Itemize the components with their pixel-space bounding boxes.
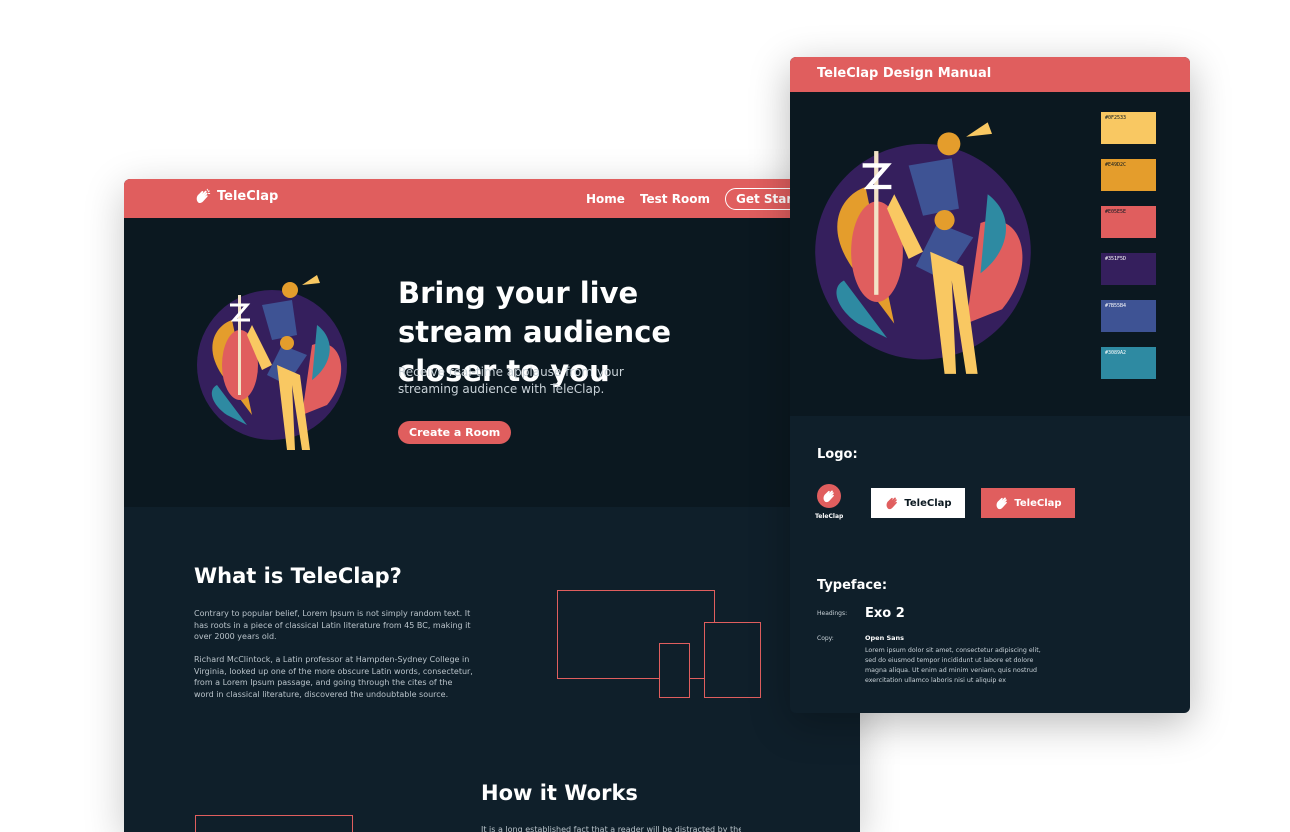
design-manual-header: TeleClap Design Manual bbox=[790, 57, 1190, 92]
copy-font-name: Open Sans bbox=[865, 634, 905, 642]
design-manual-title: TeleClap Design Manual bbox=[817, 66, 992, 81]
logo-on-light: TeleClap bbox=[871, 488, 965, 518]
logo-on-red: TeleClap bbox=[981, 488, 1075, 518]
clap-icon bbox=[996, 497, 1008, 510]
tablet-frame-outline bbox=[704, 622, 761, 698]
nav-test-room-link[interactable]: Test Room bbox=[640, 188, 710, 210]
color-swatch: #0F2533 bbox=[1101, 112, 1156, 144]
logo-on-red-text: TeleClap bbox=[1014, 497, 1062, 509]
color-swatch: #351F5D bbox=[1101, 253, 1156, 285]
color-swatch: #3089A2 bbox=[1101, 347, 1156, 379]
nav-home-link[interactable]: Home bbox=[586, 188, 625, 210]
about-paragraph-2: Richard McClintock, a Latin professor at… bbox=[194, 655, 473, 699]
brand-logo[interactable]: TeleClap bbox=[194, 188, 278, 205]
about-paragraph-1: Contrary to popular belief, Lorem Ipsum … bbox=[194, 609, 471, 641]
how-it-works-title: How it Works bbox=[481, 781, 638, 805]
jazz-band-illustration bbox=[197, 275, 347, 450]
color-swatch-label: #0F2533 bbox=[1105, 115, 1127, 121]
copy-sample-text: Lorem ipsum dolor sit amet, consectetur … bbox=[865, 647, 1041, 684]
brand-name: TeleClap bbox=[217, 189, 279, 204]
typeface-section-label: Typeface: bbox=[817, 578, 888, 593]
create-room-button[interactable]: Create a Room bbox=[398, 421, 512, 444]
clap-icon bbox=[823, 490, 834, 503]
copy-label: Copy: bbox=[817, 635, 834, 642]
how-it-works-text: It is a long established fact that a rea… bbox=[481, 825, 741, 832]
how-it-works-frame-outline bbox=[195, 815, 353, 832]
phone-frame-outline bbox=[659, 643, 690, 698]
color-swatch-label: #7B55B4 bbox=[1105, 303, 1127, 309]
logo-mark-caption: TeleClap bbox=[815, 513, 844, 520]
headings-label: Headings: bbox=[817, 610, 848, 617]
color-swatch-label: #351F5D bbox=[1105, 256, 1127, 262]
color-swatch-label: #E49D2C bbox=[1105, 162, 1127, 168]
color-swatch: #E05E5E bbox=[1101, 206, 1156, 238]
about-section: What is TeleClap? Contrary to popular be… bbox=[124, 507, 860, 832]
desktop-frame-outline bbox=[557, 590, 715, 679]
website-mockup: TeleClap Home Test Room Get Started Brin… bbox=[124, 179, 860, 832]
logo-on-light-text: TeleClap bbox=[904, 497, 952, 509]
color-swatch-label: #E05E5E bbox=[1105, 209, 1127, 215]
hero-section: Bring your live stream audience closer t… bbox=[124, 218, 860, 507]
color-swatch: #E49D2C bbox=[1101, 159, 1156, 191]
logo-mark-round bbox=[817, 484, 841, 508]
design-manual-card: TeleClap Design Manual #0F2533 #E49D2C #E0… bbox=[790, 57, 1190, 713]
illustration-palette-panel: #0F2533 #E49D2C #E05E5E #351F5D #7B55B4 #3089… bbox=[790, 92, 1190, 416]
hero-subtitle: Receive real-time applause from your str… bbox=[398, 365, 624, 396]
jazz-band-illustration-large bbox=[815, 122, 1031, 374]
clap-icon bbox=[886, 497, 898, 510]
color-swatch: #7B55B4 bbox=[1101, 300, 1156, 332]
headings-font-name: Exo 2 bbox=[865, 606, 905, 621]
logo-section-label: Logo: bbox=[817, 447, 858, 462]
about-title: What is TeleClap? bbox=[194, 564, 402, 588]
color-swatch-label: #3089A2 bbox=[1105, 350, 1127, 356]
top-nav: TeleClap Home Test Room Get Started bbox=[124, 179, 860, 218]
clap-icon bbox=[196, 188, 211, 204]
